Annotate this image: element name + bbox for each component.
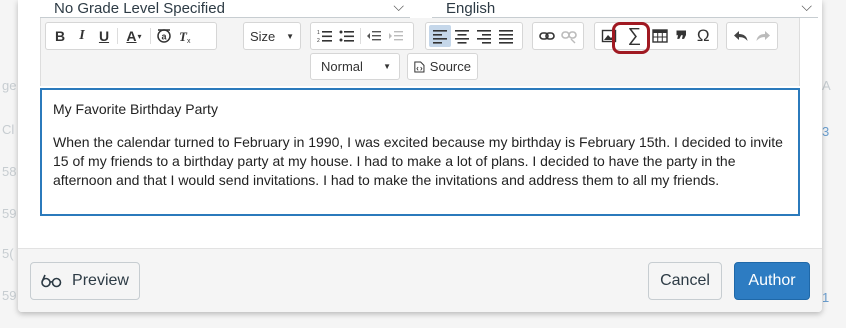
- content-title: My Favorite Birthday Party: [53, 101, 218, 117]
- underline-button[interactable]: U: [93, 25, 115, 47]
- clear-formatting-button[interactable]: Tx: [175, 25, 197, 47]
- alignment-group: [425, 22, 523, 50]
- align-center-button[interactable]: [451, 25, 473, 47]
- bold-button[interactable]: B: [49, 25, 71, 47]
- bg-fragment: 3: [822, 124, 830, 139]
- caret-down-icon: ▼: [286, 31, 294, 41]
- undo-icon: [734, 31, 748, 41]
- bulleted-list-button[interactable]: [336, 25, 358, 47]
- indent-icon: [389, 31, 403, 41]
- align-justify-icon: [499, 30, 513, 44]
- svg-text:1: 1: [317, 30, 320, 36]
- format-dropdown[interactable]: Normal ▼: [310, 53, 400, 80]
- chevron-down-icon: ⌵: [393, 0, 404, 14]
- size-dropdown[interactable]: Size ▼: [243, 22, 301, 50]
- special-character-button[interactable]: Ω: [692, 25, 714, 47]
- background-color-icon: a: [157, 29, 171, 43]
- numbered-list-icon: 12: [317, 30, 332, 44]
- format-label: Normal: [321, 59, 363, 74]
- justify-button[interactable]: [495, 25, 517, 47]
- link-group: [532, 22, 584, 50]
- chevron-down-icon: ⌵: [801, 0, 812, 14]
- table-icon: [652, 29, 668, 43]
- align-right-button[interactable]: [473, 25, 495, 47]
- blockquote-button[interactable]: ❞: [671, 25, 693, 51]
- decrease-indent-button[interactable]: [363, 25, 385, 47]
- unlink-button[interactable]: [558, 25, 580, 47]
- redo-button[interactable]: [752, 25, 774, 47]
- numbered-list-button[interactable]: 12: [314, 25, 336, 47]
- editor-content-area[interactable]: My Favorite Birthday Party When the cale…: [40, 88, 800, 216]
- table-button[interactable]: [649, 25, 671, 47]
- increase-indent-button[interactable]: [385, 25, 407, 47]
- omega-icon: Ω: [696, 26, 710, 45]
- author-label: Author: [748, 272, 796, 289]
- cancel-button[interactable]: Cancel: [648, 262, 722, 300]
- align-center-icon: [455, 30, 469, 44]
- bg-fragment: A: [822, 78, 831, 93]
- author-button[interactable]: Author: [734, 262, 810, 300]
- bg-fragment: 1: [822, 290, 830, 305]
- modal-body: No Grade Level Specified ⌵ English ⌵ B I…: [18, 0, 822, 248]
- clear-formatting-icon: Tx: [179, 29, 191, 44]
- preview-label: Preview: [72, 272, 129, 289]
- svg-text:x: x: [187, 38, 191, 44]
- caret-down-icon: ▼: [383, 62, 391, 71]
- size-label: Size: [250, 28, 276, 44]
- link-icon: [539, 32, 555, 40]
- source-button[interactable]: Source: [407, 53, 478, 80]
- unlink-icon: [561, 31, 577, 44]
- background-color-button[interactable]: a: [153, 25, 175, 47]
- undo-button[interactable]: [730, 25, 752, 47]
- link-button[interactable]: [536, 25, 558, 47]
- glasses-icon: [41, 274, 62, 288]
- editor-toolbar: B I U A ▾ a Tx Size ▼ 1 2 ∑ ❞ Ω Normal ▼…: [40, 18, 800, 86]
- font-color-button[interactable]: A ▾: [120, 25, 148, 47]
- content-paragraph: When the calendar turned to February in …: [53, 134, 783, 188]
- cancel-label: Cancel: [660, 272, 710, 289]
- text-style-group: B I U A ▾ a Tx: [45, 22, 217, 50]
- caret-down-icon: ▾: [137, 31, 142, 41]
- align-right-icon: [477, 30, 491, 44]
- preview-button[interactable]: Preview: [30, 262, 140, 300]
- history-group: [726, 22, 778, 50]
- italic-button[interactable]: I: [71, 25, 93, 47]
- language-select[interactable]: English ⌵: [432, 0, 818, 18]
- toolbar-divider: [360, 28, 361, 44]
- font-color-icon: A: [126, 28, 137, 44]
- toolbar-divider: [150, 28, 151, 44]
- modal-footer: Preview Cancel Author: [18, 248, 822, 312]
- source-label: Source: [429, 59, 471, 74]
- language-value: English: [446, 0, 496, 17]
- align-left-button[interactable]: [429, 25, 451, 47]
- svg-text:a: a: [161, 32, 167, 42]
- bulleted-list-icon: [339, 30, 354, 42]
- toolbar-divider: [117, 28, 118, 44]
- redo-icon: [756, 31, 770, 41]
- author-modal: No Grade Level Specified ⌵ English ⌵ B I…: [18, 0, 822, 312]
- source-icon: [414, 61, 425, 72]
- align-left-icon: [433, 30, 447, 44]
- grade-level-select[interactable]: No Grade Level Specified ⌵: [40, 0, 410, 18]
- svg-text:2: 2: [317, 38, 320, 44]
- equation-highlight-ring: [612, 22, 650, 54]
- list-group: 12: [310, 22, 414, 50]
- top-selects: No Grade Level Specified ⌵ English ⌵: [40, 0, 818, 18]
- grade-level-value: No Grade Level Specified: [54, 0, 225, 17]
- quote-icon: ❞: [675, 27, 688, 52]
- outdent-icon: [367, 31, 381, 41]
